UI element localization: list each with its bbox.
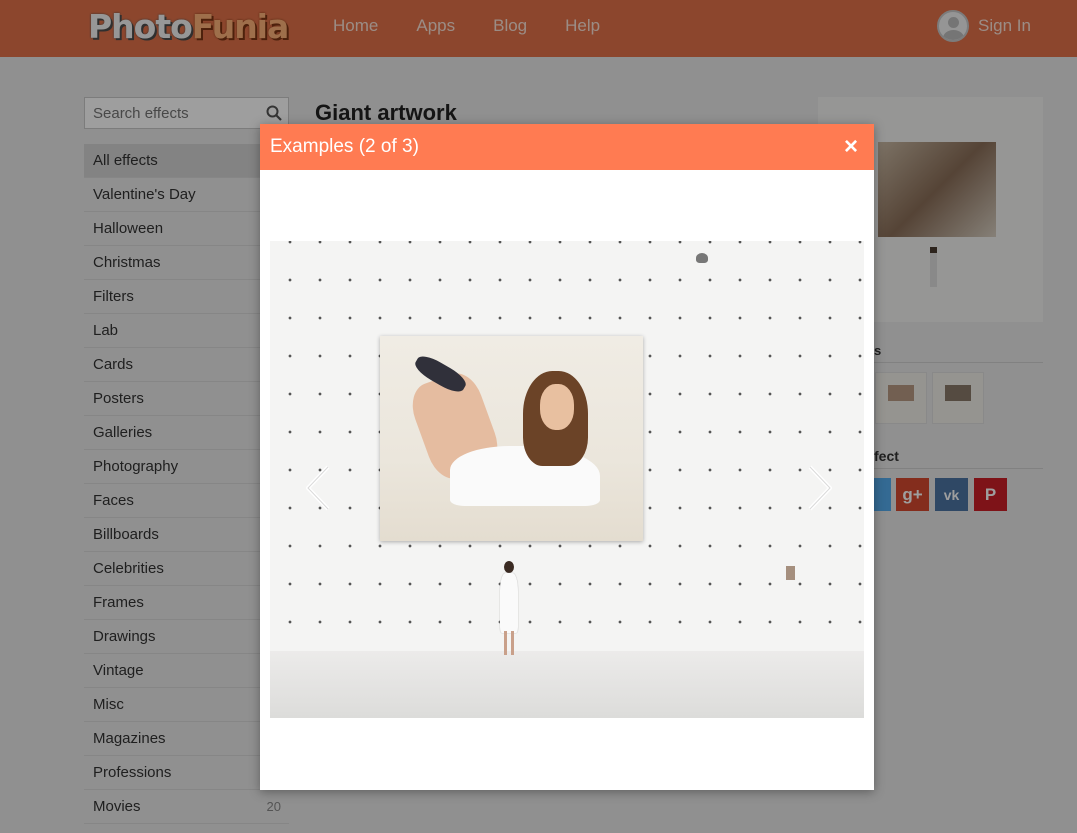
person-body — [500, 573, 518, 633]
person-leg — [511, 631, 514, 655]
giant-artwork-canvas — [380, 336, 643, 541]
examples-modal: Examples (2 of 3) × — [260, 124, 874, 790]
person-leg — [504, 631, 507, 655]
person-head — [504, 561, 514, 573]
modal-title: Examples (2 of 3) — [270, 136, 419, 157]
next-arrow-icon[interactable] — [798, 463, 838, 513]
previous-arrow-icon[interactable] — [300, 463, 340, 513]
wall-sign — [786, 566, 795, 580]
ceiling-lamp — [696, 253, 708, 263]
standing-person — [498, 561, 520, 657]
modal-header: Examples (2 of 3) × — [260, 124, 874, 170]
artwork-face — [540, 384, 574, 430]
gallery-floor — [270, 651, 864, 718]
example-image — [270, 241, 864, 718]
close-button[interactable]: × — [844, 135, 858, 159]
